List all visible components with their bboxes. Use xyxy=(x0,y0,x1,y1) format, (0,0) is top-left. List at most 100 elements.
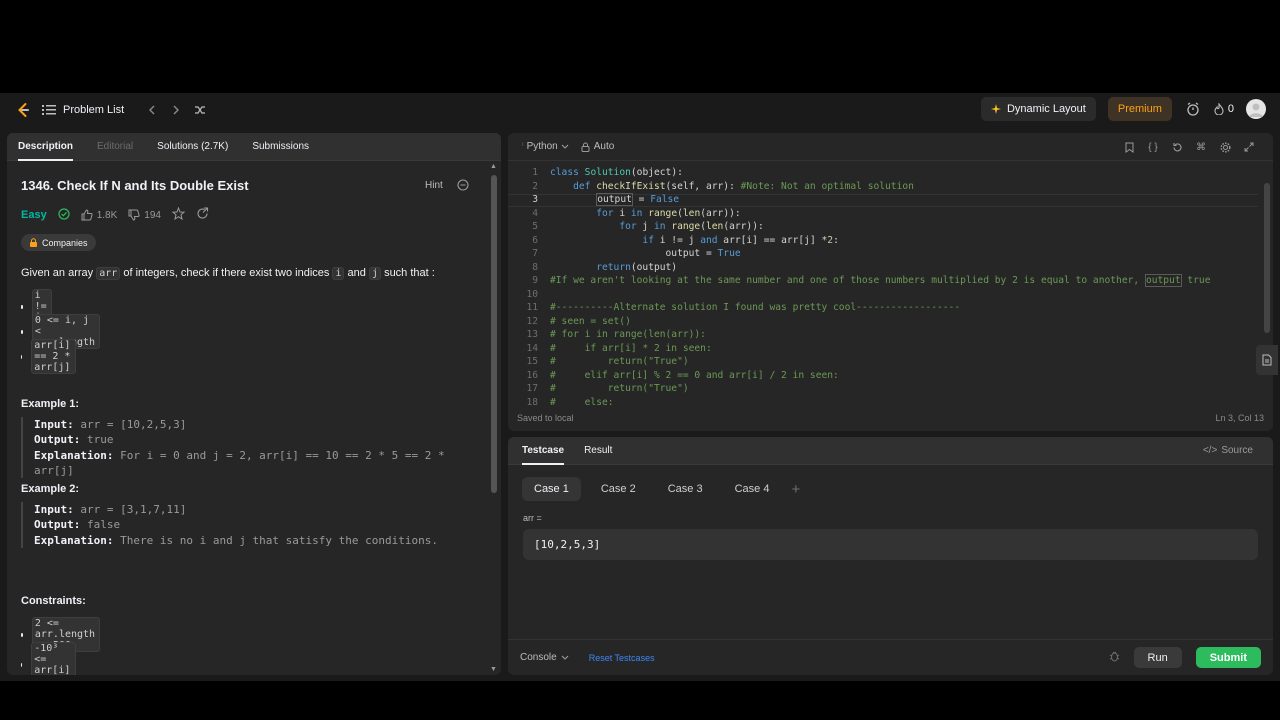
inline-code-i: i xyxy=(332,267,345,280)
line-number: 17 xyxy=(526,383,538,394)
line-number: 13 xyxy=(526,329,538,340)
example-1-block: Input: arr = [10,2,5,3] Output: true Exp… xyxy=(21,417,489,479)
timer-icon[interactable] xyxy=(1184,100,1202,118)
code-line: #If we aren't looking at the same number… xyxy=(550,274,1211,287)
debug-bug-icon[interactable] xyxy=(1109,650,1120,665)
scroll-down-icon[interactable]: ▼ xyxy=(490,666,497,673)
line-number: 4 xyxy=(532,207,538,219)
streak-counter[interactable]: 0 xyxy=(1214,103,1234,115)
tab-solutions[interactable]: Solutions (2.7K) xyxy=(157,133,228,161)
constraint-code: -10³ <= arr[i] <= 10³ xyxy=(31,642,77,675)
line-number: 5 xyxy=(532,221,538,232)
statement-text: and xyxy=(347,267,366,279)
testcase-tabs: Testcase Result xyxy=(508,437,1273,465)
testcase-input[interactable]: [10,2,5,3] xyxy=(523,529,1258,560)
chevron-left-icon xyxy=(149,105,155,114)
scroll-up-icon[interactable]: ▲ xyxy=(490,163,497,170)
like-button[interactable]: 1.8K xyxy=(81,209,118,221)
code-line: return(output) xyxy=(596,261,678,273)
next-problem-button[interactable] xyxy=(166,100,186,120)
explanation-label: Explanation: xyxy=(34,533,114,547)
reset-testcases-link[interactable]: Reset Testcases xyxy=(589,653,655,663)
line-number: 6 xyxy=(532,234,538,246)
case-tabs: Case 1 Case 2 Case 3 Case 4 + xyxy=(522,477,800,501)
lock-icon xyxy=(30,238,37,247)
lock-icon xyxy=(581,142,590,152)
tab-submissions[interactable]: Submissions xyxy=(252,133,309,161)
code-line: # for i in range(len(arr)): xyxy=(550,329,706,340)
notes-side-button[interactable] xyxy=(1256,345,1278,375)
auto-label: Auto xyxy=(593,141,615,152)
leetcode-logo-icon[interactable] xyxy=(14,101,32,119)
case-tab-1[interactable]: Case 1 xyxy=(522,477,581,501)
output-label: Output: xyxy=(34,518,81,532)
avatar[interactable] xyxy=(1246,99,1266,119)
reset-icon[interactable] xyxy=(1169,139,1185,155)
code-line: def checkIfExist(self, arr): #Note: Not … xyxy=(573,180,914,192)
star-icon[interactable] xyxy=(171,206,186,223)
line-number: 18 xyxy=(526,396,538,406)
line-number: 9 xyxy=(532,275,538,286)
console-toggle[interactable]: Console xyxy=(520,652,569,663)
dynamic-layout-button[interactable]: Dynamic Layout xyxy=(980,97,1096,121)
premium-button[interactable]: Premium xyxy=(1107,97,1172,121)
statement-text: Given an array xyxy=(21,267,94,279)
prev-problem-button[interactable] xyxy=(142,100,162,120)
scrollbar-thumb[interactable] xyxy=(1264,183,1270,333)
dynamic-layout-label: Dynamic Layout xyxy=(1006,103,1086,115)
tab-testcase[interactable]: Testcase xyxy=(522,437,565,465)
problem-list-link[interactable]: Problem List xyxy=(63,104,124,116)
line-number: 3 xyxy=(532,194,538,205)
code-bracket-icon: ⁱ xyxy=(522,141,524,151)
description-panel: Description Editorial Solutions (2.7K) S… xyxy=(7,133,501,675)
problem-statement: Given an array arr of integers, check if… xyxy=(21,265,435,282)
code-line: # if arr[i] * 2 in seen: xyxy=(550,342,712,354)
code-editor-panel: ⁱ Python Auto { } ⌘ 1 2 3 4 5 6 7 8 9 10… xyxy=(508,133,1273,431)
scrollbar-thumb[interactable] xyxy=(491,175,497,493)
code-line: # elif arr[i] % 2 == 0 and arr[i] / 2 in… xyxy=(550,369,839,381)
code-line: for j in range(len(arr)): xyxy=(619,221,764,232)
line-number: 15 xyxy=(526,356,538,367)
settings-gear-icon[interactable] xyxy=(1217,139,1233,155)
difficulty-badge: Easy xyxy=(21,209,47,221)
share-icon[interactable] xyxy=(196,207,209,223)
format-braces-icon[interactable]: { } xyxy=(1145,139,1161,155)
statement-text: of integers, check if there exist two in… xyxy=(123,267,330,279)
companies-tag[interactable]: Companies xyxy=(21,234,96,251)
line-number: 12 xyxy=(526,315,538,327)
code-line: for i in range(len(arr)): xyxy=(596,207,741,219)
tab-description[interactable]: Description xyxy=(18,133,74,161)
tab-editorial[interactable]: Editorial xyxy=(97,133,133,161)
add-case-icon[interactable]: + xyxy=(791,481,800,498)
shortcut-icon[interactable]: ⌘ xyxy=(1193,139,1209,155)
list-icon[interactable] xyxy=(42,102,58,118)
case-tab-2[interactable]: Case 2 xyxy=(589,477,648,501)
description-scrollbar[interactable]: ▲ ▼ xyxy=(490,163,498,673)
run-button[interactable]: Run xyxy=(1133,647,1182,668)
run-controls: Run Submit xyxy=(1109,647,1261,668)
like-count: 1.8K xyxy=(96,209,118,221)
constraints-heading: Constraints: xyxy=(21,595,86,607)
tab-result[interactable]: Result xyxy=(584,437,612,465)
submit-button[interactable]: Submit xyxy=(1195,647,1261,668)
dislike-button[interactable]: 194 xyxy=(128,209,161,221)
problem-meta: Easy 1.8K 194 xyxy=(21,206,209,223)
more-options-icon[interactable] xyxy=(457,179,469,194)
source-button[interactable]: </> Source xyxy=(1203,445,1253,456)
problem-nav xyxy=(142,100,210,120)
code-area[interactable]: 1 2 3 4 5 6 7 8 9 10 11 12 13 14 15 16 1… xyxy=(508,161,1273,405)
console-label: Console xyxy=(520,652,557,663)
fullscreen-icon[interactable] xyxy=(1241,139,1257,155)
hint-button[interactable]: Hint xyxy=(425,180,443,191)
case-tab-4[interactable]: Case 4 xyxy=(723,477,782,501)
inline-code-arr: arr xyxy=(96,267,121,280)
chevron-down-icon xyxy=(561,144,569,149)
thumbs-down-icon xyxy=(128,209,140,221)
auto-mode-toggle[interactable]: Auto xyxy=(581,141,615,152)
language-select[interactable]: ⁱ Python xyxy=(522,141,569,152)
line-number: 2 xyxy=(532,180,538,192)
random-problem-button[interactable] xyxy=(190,100,210,120)
case-tab-3[interactable]: Case 3 xyxy=(656,477,715,501)
bookmark-icon[interactable] xyxy=(1121,139,1137,155)
line-number: 14 xyxy=(526,342,538,354)
